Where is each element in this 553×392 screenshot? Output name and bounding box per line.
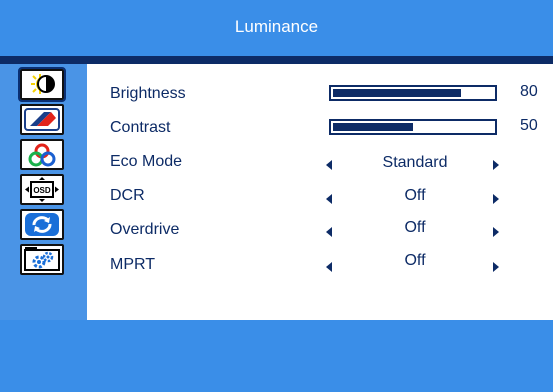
brightness-value: 80 [520,83,538,100]
brightness-contrast-icon [22,71,62,98]
sidebar-item-reset[interactable] [20,209,64,240]
page-title: Luminance [234,17,319,36]
osd-setup-icon: OSD [25,177,59,202]
sidebar-item-color[interactable] [20,139,64,170]
dcr-right-arrow-icon[interactable] [493,194,499,204]
brightness-label: Brightness [110,85,186,102]
header-divider [0,56,553,64]
overdrive-left-arrow-icon[interactable] [326,227,332,237]
dcr-left-arrow-icon[interactable] [326,194,332,204]
footer [0,320,553,392]
eco-mode-value[interactable]: Standard [340,154,490,172]
dcr-label: DCR [110,187,145,204]
sidebar-item-luminance[interactable] [18,67,66,102]
eco-mode-right-arrow-icon[interactable] [493,160,499,170]
sidebar-item-osd[interactable]: OSD [20,174,64,205]
mprt-label: MPRT [110,256,156,273]
image-setup-icon [24,108,60,131]
sidebar: OSD [0,64,87,320]
eco-mode-label: Eco Mode [110,153,183,170]
eco-mode-left-arrow-icon[interactable] [326,160,332,170]
mprt-right-arrow-icon[interactable] [493,262,499,272]
brightness-slider[interactable] [329,85,497,101]
contrast-value: 50 [520,117,538,134]
contrast-slider[interactable] [329,119,497,135]
contrast-label: Contrast [110,119,171,136]
overdrive-value[interactable]: Off [340,219,490,237]
osd-menu: Luminance OSD Brightness 80 Contrast 50 … [0,0,553,392]
overdrive-right-arrow-icon[interactable] [493,227,499,237]
contrast-slider-fill [333,123,413,131]
color-temp-icon [28,143,56,167]
sidebar-item-extra[interactable] [20,244,64,275]
header: Luminance [0,0,553,56]
dcr-value[interactable]: Off [340,187,490,205]
mprt-value[interactable]: Off [340,252,490,270]
sidebar-item-image[interactable] [20,104,64,135]
brightness-slider-fill [333,89,461,97]
extra-settings-icon [24,247,60,271]
overdrive-label: Overdrive [110,221,180,238]
mprt-left-arrow-icon[interactable] [326,262,332,272]
svg-text:OSD: OSD [33,186,51,195]
reset-icon [25,213,59,236]
